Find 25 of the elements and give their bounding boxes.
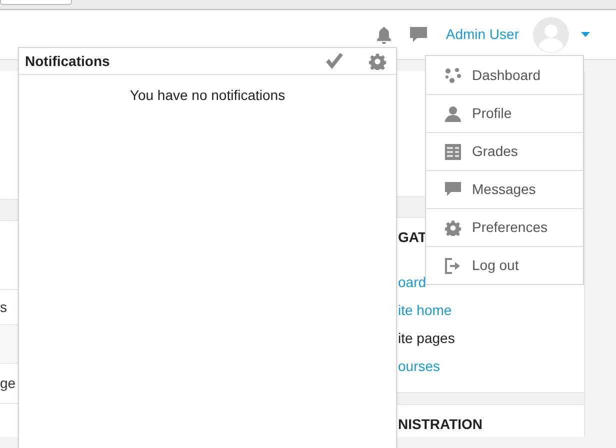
bell-icon[interactable]	[374, 26, 393, 44]
menu-item[interactable]: Messages	[426, 170, 583, 208]
settings-icon[interactable]	[369, 52, 386, 70]
address-bar[interactable]	[0, 0, 72, 5]
caret-icon[interactable]	[581, 32, 590, 37]
row-text: ge	[0, 374, 16, 393]
nav-text: ite pages	[397, 329, 456, 348]
menu-item[interactable]: Dashboard	[426, 56, 583, 94]
menu-item[interactable]: Grades	[426, 132, 583, 170]
check-icon[interactable]	[325, 53, 343, 69]
chat-icon[interactable]	[410, 26, 427, 42]
menu-item[interactable]: Profile	[426, 94, 583, 132]
settings-icon	[445, 220, 461, 236]
menu-item[interactable]: Log out	[426, 246, 583, 284]
block-title: GAT	[397, 228, 427, 245]
menu-item[interactable]: Preferences	[426, 208, 583, 246]
empty-message: You have no notifications	[130, 86, 286, 105]
dashboard-icon	[445, 67, 461, 83]
table-icon	[445, 144, 461, 160]
logout-icon	[445, 258, 461, 274]
row-text: s	[0, 298, 7, 316]
person-icon	[445, 106, 461, 122]
block-title: NISTRATION	[397, 416, 483, 432]
popover-title: Notifications	[25, 52, 110, 70]
chat-icon	[445, 182, 461, 197]
